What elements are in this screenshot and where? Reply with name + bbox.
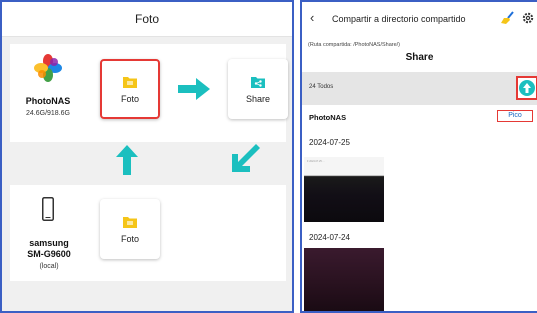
- share-folder-icon: [251, 76, 265, 88]
- nas-device-card: PhotoNAS 24.6G/918.6G Foto Share: [10, 44, 288, 142]
- back-icon[interactable]: ‹: [310, 10, 314, 25]
- photo-thumbnail[interactable]: F 2024.07.25 ...: [304, 157, 384, 222]
- nas-foto-folder-tile[interactable]: Foto: [100, 59, 160, 119]
- phone-device-name-line1: samsung: [29, 238, 69, 248]
- selection-bar: 24 Todos: [302, 72, 537, 105]
- share-directory-panel: ‹ Compartir a directorio compartido (Rut…: [300, 0, 537, 313]
- photo-thumbnail[interactable]: [304, 248, 384, 311]
- nas-storage-usage: 24.6G/918.6G: [26, 110, 70, 117]
- tile-label: Share: [245, 93, 271, 104]
- thumbnail-caption: F 2024.07.25 ...: [307, 160, 325, 163]
- upload-button[interactable]: [516, 76, 537, 100]
- nas-share-folder-tile[interactable]: Share: [228, 59, 288, 119]
- select-all-count[interactable]: 24 Todos: [309, 84, 333, 90]
- phone-device-status: (local): [39, 263, 59, 270]
- tile-label: Foto: [120, 93, 139, 104]
- arrow-down-left-icon: [232, 144, 260, 172]
- phone-device-name-line2: SM-G9600: [27, 249, 71, 259]
- date-header: 2024-07-25: [309, 138, 350, 147]
- arrow-up-icon: [116, 145, 138, 175]
- photo-transfer-panel: Foto PhotoNAS 24.6G/918.6G Foto Share sa…: [0, 0, 294, 313]
- arrow-right-icon: [178, 78, 210, 100]
- gear-icon[interactable]: [522, 12, 534, 24]
- upload-icon: [519, 80, 535, 96]
- tile-label: Foto: [120, 233, 139, 244]
- shared-path-text: (Ruta compartida: /PhotoNAS/Share/): [308, 42, 401, 48]
- folder-icon: [123, 76, 137, 88]
- panel-title: Foto: [134, 12, 159, 26]
- nas-device-name: PhotoNAS: [25, 96, 71, 106]
- date-header: 2024-07-24: [309, 233, 350, 242]
- phone-foto-folder-tile[interactable]: Foto: [100, 199, 160, 259]
- folder-title: Share: [405, 52, 434, 63]
- photos-pinwheel-icon: [34, 54, 62, 82]
- phone-icon: [42, 197, 54, 221]
- folder-icon: [123, 216, 137, 228]
- panel-header: Foto: [2, 2, 292, 37]
- app-screenshot: Foto PhotoNAS 24.6G/918.6G Foto Share sa…: [0, 0, 537, 313]
- section-title: PhotoNAS: [309, 113, 347, 122]
- phone-device-card: samsung SM-G9600 (local) Foto: [10, 185, 286, 281]
- pico-button[interactable]: Pico: [497, 110, 533, 122]
- header-title: Compartir a directorio compartido: [332, 14, 466, 24]
- broom-icon[interactable]: [501, 11, 515, 25]
